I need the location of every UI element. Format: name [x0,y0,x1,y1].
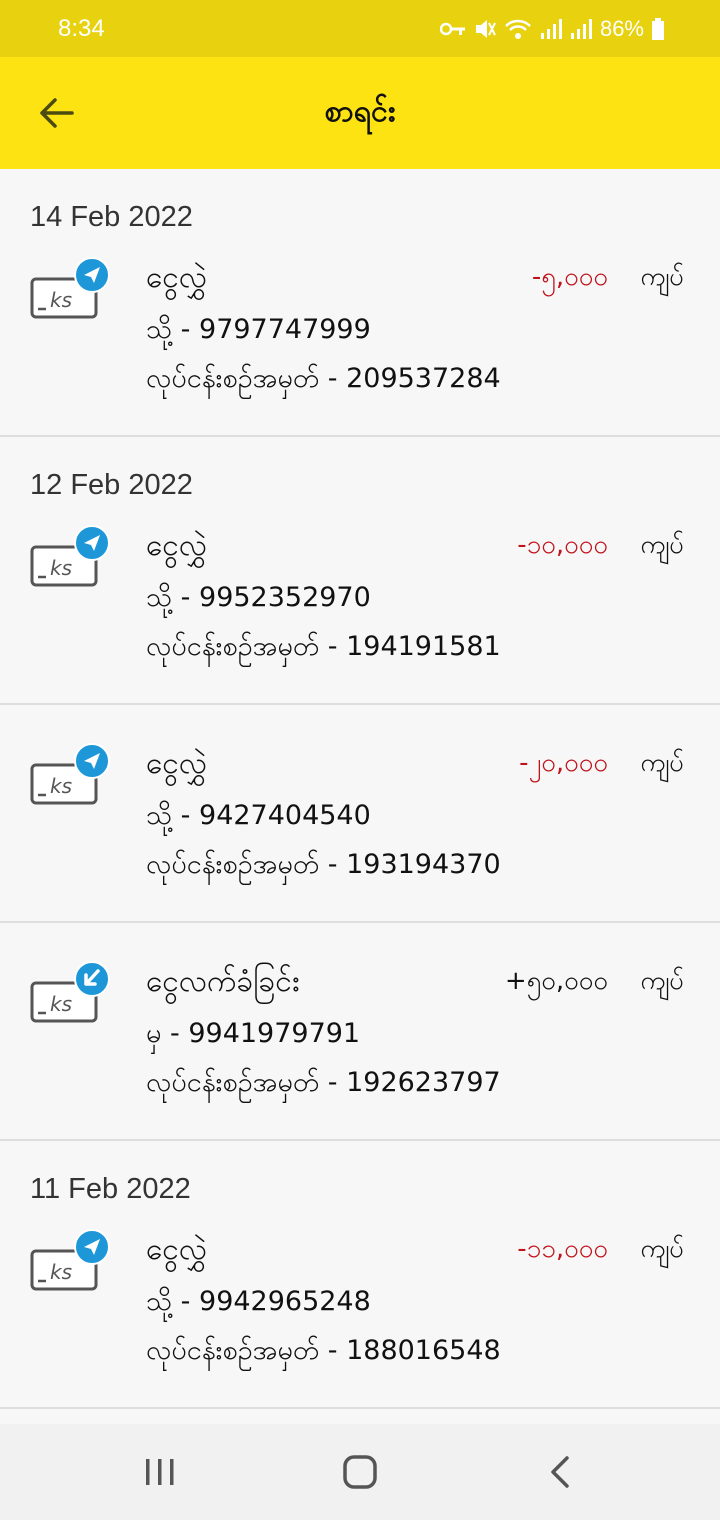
currency-label: ကျပ် [640,966,684,996]
transaction-type: ငွေလွှဲ [146,1232,208,1267]
transaction-type: ငွေလွှဲ [146,260,208,295]
group-date: 12 Feb 2022 [30,469,193,501]
page-title: စာရင်း [324,93,396,129]
signal-icon-2 [570,18,592,39]
receive-icon: ks [30,961,110,1023]
wifi-icon [505,19,531,39]
transaction-id: လုပ်ငန်းစဉ်အမှတ် - 188016548 [146,1335,501,1366]
group-date: 11 Feb 2022 [30,1173,191,1205]
send-icon: ks [30,743,110,805]
transaction-id: လုပ်ငန်းစဉ်အမှတ် - 192623797 [146,1067,501,1098]
group-date: 14 Feb 2022 [30,201,193,233]
transaction-id: လုပ်ငန်းစဉ်အမှတ် - 193194370 [146,849,501,880]
back-button[interactable] [34,93,78,133]
transaction-list: 14 Feb 2022 ks ငွေလွှဲ -၅,၀၀၀ ကျပ် သို့ … [0,169,720,1409]
arrow-left-icon [40,98,74,128]
transaction-id: လုပ်ငန်းစဉ်အမှတ် - 194191581 [146,631,501,662]
transaction-group: ks ငွေလွှဲ -၂၀,၀၀၀ ကျပ် သို့ - 942740454… [0,705,720,923]
svg-text:ks: ks [50,288,72,312]
transaction-type: ငွေလွှဲ [146,528,208,563]
system-nav-bar [0,1424,720,1520]
send-icon: ks [30,1229,110,1291]
system-back-button[interactable] [520,1442,600,1502]
transaction-id: လုပ်ငန်းစဉ်အမှတ် - 209537284 [146,363,501,394]
transaction-party: သို့ - 9952352970 [146,582,371,613]
battery-level: 86% [599,15,644,41]
transaction-group: ks ငွေလက်ခံခြင်း +၅၀,၀၀၀ ကျပ် မှ - 99419… [0,923,720,1141]
recent-apps-button[interactable] [120,1442,200,1502]
svg-text:ks: ks [50,774,72,798]
vpn-key-icon [439,22,465,35]
mute-icon [475,19,496,38]
home-icon [343,1455,377,1489]
transaction-type: ငွေလက်ခံခြင်း [146,964,300,999]
status-icons: 86% [439,15,664,42]
svg-text:ks: ks [50,992,72,1016]
transaction-amount: -၁၀,၀၀၀ [517,530,608,560]
transaction-group: 14 Feb 2022 ks ငွေလွှဲ -၅,၀၀၀ ကျပ် သို့ … [0,169,720,437]
currency-label: ကျပ် [640,748,684,778]
transaction-group: 12 Feb 2022 ks ငွေလွှဲ -၁၀,၀၀၀ ကျပ် သို့… [0,437,720,705]
transaction-group: 11 Feb 2022 ks ငွေလွှဲ -၁၁,၀၀၀ ကျပ် သို့… [0,1141,720,1409]
transaction-party: သို့ - 9797747999 [146,314,371,345]
battery-icon [652,17,664,40]
transaction-amount: -၁၁,၀၀၀ [517,1234,608,1264]
transaction-party: သို့ - 9942965248 [146,1286,371,1317]
transaction-amount: -၂၀,၀၀၀ [519,748,608,778]
transaction-party: မှ - 9941979791 [146,1018,361,1049]
svg-text:ks: ks [50,556,72,580]
signal-icon [540,18,562,39]
send-icon: ks [30,525,110,587]
back-chevron-icon [551,1456,569,1488]
transaction-party: သို့ - 9427404540 [146,800,371,831]
send-icon: ks [30,257,110,319]
currency-label: ကျပ် [640,262,684,292]
transaction-amount: +၅၀,၀၀၀ [504,966,608,996]
home-button[interactable] [320,1442,400,1502]
transaction-type: ငွေလွှဲ [146,746,208,781]
status-time: 8:34 [58,14,105,42]
currency-label: ကျပ် [640,1234,684,1264]
recent-apps-icon [146,1459,174,1485]
svg-text:ks: ks [50,1260,72,1284]
currency-label: ကျပ် [640,530,684,560]
transaction-amount: -၅,၀၀၀ [531,262,608,292]
status-bar: 8:34 86% [0,0,720,57]
app-bar: စာရင်း [0,57,720,169]
